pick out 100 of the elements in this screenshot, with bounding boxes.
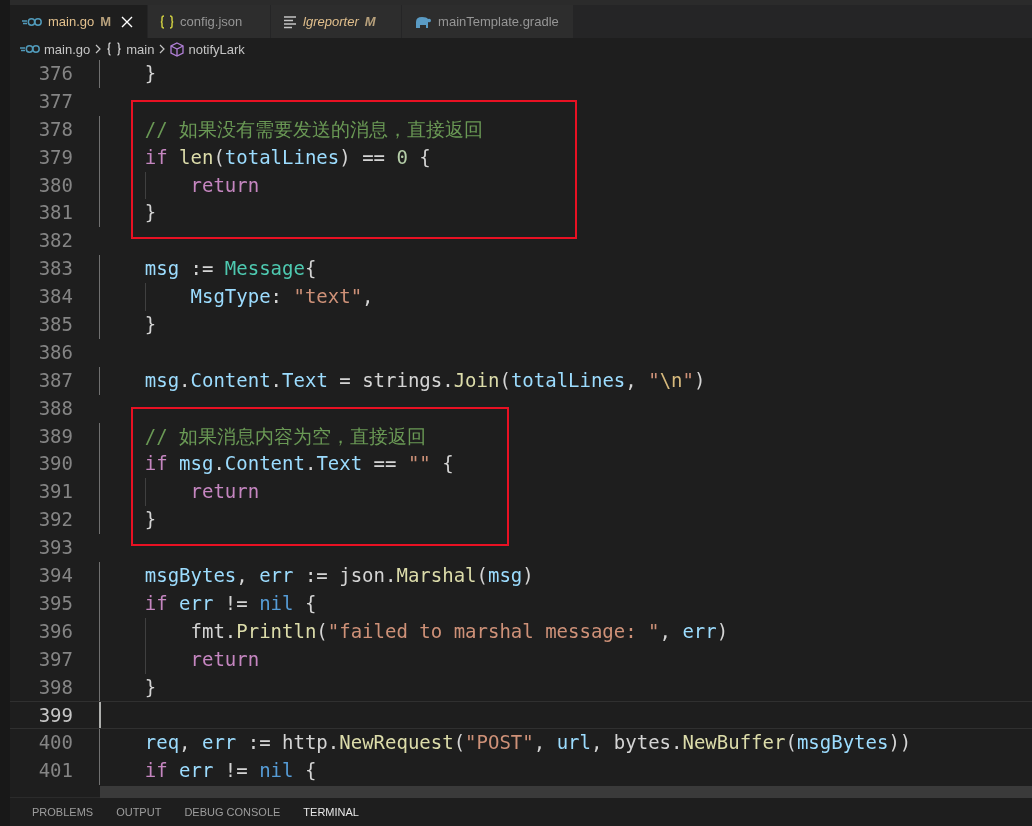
modified-status-label: M: [364, 14, 376, 29]
variable: msg: [487, 563, 523, 589]
function-name: Marshal: [396, 563, 477, 589]
line-number: 376: [37, 61, 73, 86]
variable: msg: [179, 451, 214, 477]
elephant-icon: [414, 14, 433, 29]
line-number: 385: [37, 312, 73, 337]
code-text: = strings.: [338, 367, 454, 393]
code-comment: // 如果没有需要发送的消息，直接返回: [144, 116, 484, 142]
keyword: if: [144, 590, 169, 616]
code-text: , bytes.: [590, 730, 683, 756]
cube-icon: [170, 41, 185, 57]
variable: totalLines: [224, 144, 340, 170]
code-text: }: [144, 312, 157, 337]
code-text: :=: [189, 256, 215, 282]
code-text: ,: [659, 618, 672, 644]
code-text: ==: [372, 451, 398, 477]
constant: nil: [259, 758, 294, 784]
code-text: !=: [223, 758, 249, 784]
keyword: if: [144, 758, 169, 784]
tab-label: mainTemplate.gradle: [438, 14, 559, 29]
code-text: .: [179, 367, 191, 393]
breadcrumb-item[interactable]: main.go: [20, 41, 91, 57]
variable: Text: [316, 451, 363, 477]
line-number: 396: [37, 618, 73, 644]
breadcrumb-item[interactable]: main: [106, 41, 155, 57]
variable: Content: [224, 451, 305, 477]
line-number: 397: [37, 646, 73, 672]
editor-tab[interactable]: lgreporter M: [271, 5, 403, 38]
line-number: 378: [37, 116, 73, 142]
string-literal: "": [407, 451, 431, 477]
type-name: Message: [224, 256, 305, 282]
function-name: NewBuffer: [682, 730, 786, 756]
variable: err: [179, 590, 214, 616]
tab-label: config.json: [180, 14, 243, 29]
line-number: 388: [37, 395, 73, 421]
variable: err: [682, 618, 717, 644]
line-number: 383: [37, 256, 73, 282]
code-text: }: [144, 674, 157, 700]
breadcrumb-item[interactable]: notifyLark: [170, 41, 245, 57]
code-text: )): [888, 730, 912, 756]
close-icon[interactable]: [121, 15, 134, 28]
code-text: (: [476, 563, 488, 589]
editor-tab[interactable]: config.json: [148, 5, 272, 38]
panel-tab[interactable]: TERMINAL: [303, 806, 359, 818]
line-number: 392: [37, 507, 73, 533]
text-cursor: [99, 702, 101, 729]
line-number: 384: [37, 284, 73, 310]
constant: nil: [259, 590, 294, 616]
code-text: ): [522, 563, 534, 589]
string-literal: "text": [293, 284, 363, 310]
line-number: 401: [37, 758, 73, 784]
scrollbar[interactable]: [100, 786, 1032, 798]
braces-icon: [106, 42, 123, 56]
string-literal: "POST": [465, 730, 534, 756]
escape-sequence: \n: [659, 367, 683, 393]
panel-tab[interactable]: OUTPUT: [116, 806, 162, 818]
code-text: ,: [362, 284, 374, 310]
line-number: 380: [37, 172, 73, 198]
panel-tab[interactable]: DEBUG CONSOLE: [184, 806, 281, 818]
variable: msg: [144, 256, 180, 282]
function-name: len: [179, 144, 214, 170]
code-text: {: [441, 451, 454, 477]
code-text: !=: [223, 590, 249, 616]
code-text: ): [716, 618, 729, 644]
line-number: 399: [37, 703, 73, 729]
keyword: if: [144, 451, 169, 477]
code-text: {: [303, 758, 317, 784]
function-name: Println: [236, 618, 317, 644]
line-number: 381: [37, 200, 73, 226]
code-text: .: [270, 367, 283, 393]
code-text: := http.: [246, 730, 340, 756]
line-number: 382: [37, 228, 73, 254]
code-text: {: [418, 144, 431, 170]
variable: Text: [282, 367, 328, 393]
file-type-icon: [22, 15, 42, 28]
code-text: }: [144, 507, 157, 533]
line-number: 391: [37, 479, 73, 505]
code-text: (: [785, 730, 797, 756]
code-text: ,: [236, 563, 249, 589]
line-number: 393: [37, 535, 73, 561]
braces-icon: [160, 14, 175, 29]
panel-tab[interactable]: PROBLEMS: [32, 806, 94, 818]
variable: msg: [144, 367, 180, 393]
line-number: 389: [37, 423, 73, 449]
line-number: 394: [37, 563, 73, 589]
file-type-icon: [20, 43, 40, 55]
function-name: Join: [453, 367, 500, 393]
code-text: .: [213, 451, 225, 477]
line-number: 379: [37, 144, 73, 170]
variable: msgBytes: [796, 730, 889, 756]
keyword: return: [190, 172, 260, 198]
tab-label: main.go: [48, 14, 95, 29]
code-text: (: [453, 730, 466, 756]
keyword: return: [190, 479, 260, 505]
editor-tab[interactable]: mainTemplate.gradle: [402, 5, 574, 38]
code-text: }: [144, 61, 157, 86]
line-number: 400: [37, 730, 73, 756]
code-text: .: [304, 451, 317, 477]
editor-tab[interactable]: main.go M: [10, 5, 149, 38]
